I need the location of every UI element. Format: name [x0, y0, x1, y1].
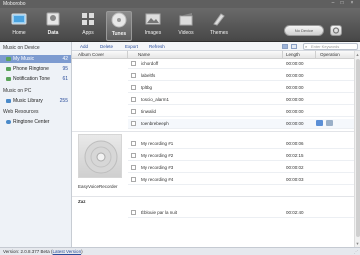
row-checkbox[interactable] — [131, 97, 136, 102]
delete-button[interactable]: Delete — [100, 44, 113, 49]
tab-videos[interactable]: Videos — [173, 11, 199, 41]
tunes-icon — [111, 12, 127, 28]
table-row[interactable]: My recording #3 00:00:02 — [128, 163, 354, 173]
table-row[interactable]: tinwalid 00:00:00 — [128, 107, 354, 117]
album-label: EasyVoiceRecorder — [78, 184, 118, 189]
app-title: Moborobo — [3, 1, 26, 7]
home-icon — [11, 13, 27, 25]
table-row[interactable]: My recording #2 00:02:15 — [128, 151, 354, 161]
table-row[interactable]: ichordoff 00:00:00 — [128, 59, 354, 69]
tab-apps[interactable]: Apps — [75, 11, 101, 41]
notification-folder-icon — [6, 77, 11, 81]
row-checkbox[interactable] — [131, 210, 136, 215]
main-toolbar: Home Data Apps Tunes Images Videos Theme… — [0, 8, 360, 42]
videos-icon — [179, 13, 193, 26]
table-row[interactable]: toscio_alarm1 00:00:00 — [128, 95, 354, 105]
library-icon — [6, 99, 11, 103]
refresh-button[interactable]: Refresh — [149, 44, 165, 49]
title-bar: Moborobo – □ × — [0, 0, 360, 8]
table-header: Album Cover Name Length Operation — [72, 51, 354, 59]
apps-icon — [82, 13, 94, 25]
scroll-down-icon[interactable]: ▼ — [355, 241, 360, 246]
close-button[interactable]: × — [349, 1, 355, 6]
scroll-up-icon[interactable]: ▲ — [355, 52, 360, 57]
album-title: Zaz — [78, 199, 86, 204]
sidebar-item-phone-ringtone[interactable]: Phone Ringtone 95 — [0, 65, 71, 73]
column-name[interactable]: Name — [138, 52, 150, 57]
row-checkbox[interactable] — [131, 165, 136, 170]
row-checkbox[interactable] — [131, 85, 136, 90]
latest-version-link[interactable]: Latest Version — [53, 249, 82, 254]
ringtone-folder-icon — [6, 67, 11, 71]
table-row[interactable]: labeltfs 00:00:00 — [128, 71, 354, 81]
row-checkbox[interactable] — [131, 73, 136, 78]
themes-icon — [213, 13, 225, 26]
status-bar: Version: 2.0.8.377 Beta (Latest Version)… — [0, 247, 360, 255]
column-length[interactable]: Length — [286, 52, 300, 57]
sidebar-item-my-music[interactable]: My Music 42 — [0, 55, 71, 63]
count-badge: 61 — [62, 76, 68, 82]
add-button[interactable]: Add — [80, 44, 88, 49]
sidebar-item-notification-tone[interactable]: Notification Tone 61 — [0, 75, 71, 83]
action-bar: Add Delete Export Refresh ⌕ Enter Keywor… — [72, 42, 360, 51]
row-checkbox[interactable] — [131, 141, 136, 146]
list-view-icon[interactable] — [282, 44, 288, 49]
row-checkbox[interactable] — [131, 109, 136, 114]
data-icon — [46, 12, 60, 26]
maximize-button[interactable]: □ — [339, 1, 345, 6]
count-badge: 255 — [59, 98, 68, 104]
row-checkbox[interactable] — [131, 121, 136, 126]
settings-icon — [332, 27, 340, 34]
table-row[interactable]: My recording #4 00:00:03 — [128, 175, 354, 185]
play-icon[interactable] — [316, 120, 323, 126]
music-folder-icon — [6, 57, 11, 61]
images-icon — [145, 13, 161, 25]
sidebar: Music on Device My Music 42 Phone Ringto… — [0, 42, 72, 247]
sidebar-item-ringtone-center[interactable]: Ringtone Center — [0, 118, 71, 126]
vertical-scrollbar[interactable]: ▲ ▼ — [354, 51, 360, 247]
column-operation[interactable]: Operation — [320, 52, 340, 57]
tab-data[interactable]: Data — [40, 11, 66, 41]
section-music-on-device: Music on Device — [3, 45, 40, 51]
row-checkbox[interactable] — [131, 153, 136, 158]
tab-tunes[interactable]: Tunes — [106, 11, 132, 41]
section-music-on-pc: Music on PC — [3, 88, 32, 94]
row-checkbox[interactable] — [131, 177, 136, 182]
resize-grip-icon[interactable]: ⋰ — [354, 249, 358, 254]
scroll-thumb[interactable] — [356, 59, 360, 237]
search-icon: ⌕ — [305, 44, 308, 49]
table-row[interactable]: tpltbg 00:00:00 — [128, 83, 354, 93]
tab-home[interactable]: Home — [6, 11, 32, 41]
search-input[interactable]: ⌕ Enter Keywords — [303, 43, 358, 50]
version-text: Version: 2.0.8.377 Beta ( — [3, 249, 53, 254]
globe-icon — [6, 120, 11, 124]
table-row[interactable]: My recording #1 00:00:06 — [128, 139, 354, 149]
tab-images[interactable]: Images — [140, 11, 166, 41]
table-row[interactable]: toenbrebeeph 00:00:00 — [128, 119, 354, 129]
column-album-cover[interactable]: Album Cover — [78, 52, 104, 57]
count-badge: 95 — [62, 66, 68, 72]
set-ringtone-icon[interactable] — [326, 120, 333, 126]
section-web-resources: Web Resources — [3, 109, 39, 115]
grid-view-icon[interactable] — [291, 44, 297, 49]
minimize-button[interactable]: – — [330, 1, 336, 6]
settings-button[interactable] — [330, 25, 342, 36]
sidebar-item-music-library[interactable]: Music Library 255 — [0, 97, 71, 105]
album-cover — [78, 134, 122, 178]
row-checkbox[interactable] — [131, 61, 136, 66]
disc-icon — [84, 140, 118, 174]
connect-device-button[interactable]: No Device — [284, 25, 324, 36]
tab-themes[interactable]: Themes — [206, 11, 232, 41]
count-badge: 42 — [62, 56, 68, 62]
export-button[interactable]: Export — [125, 44, 138, 49]
table-row[interactable]: Éblouie par la nuit 00:02:40 — [128, 208, 354, 218]
